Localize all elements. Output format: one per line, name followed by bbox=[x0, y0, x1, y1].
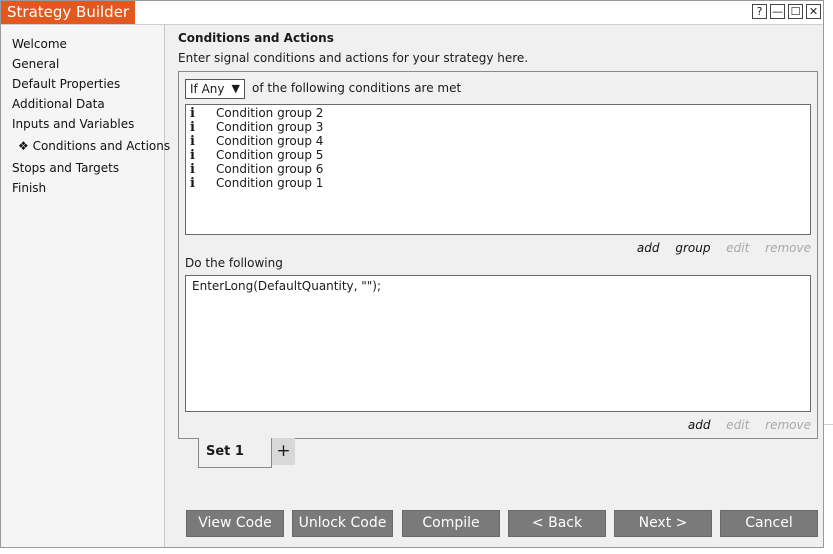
condition-label: Condition group 1 bbox=[216, 176, 324, 190]
view-code-button[interactable]: View Code bbox=[186, 510, 284, 537]
title-bar: Strategy Builder ? — ☐ ✕ bbox=[1, 1, 823, 25]
content-area: Conditions and Actions Enter signal cond… bbox=[166, 25, 823, 547]
list-item[interactable]: i Condition group 3 bbox=[190, 120, 324, 135]
action-actions: add edit remove bbox=[676, 418, 811, 432]
list-item[interactable]: i Condition group 5 bbox=[190, 148, 324, 163]
condition-actions: add group edit remove bbox=[625, 241, 811, 255]
list-item[interactable]: i Condition group 1 bbox=[190, 176, 324, 191]
nav-item-conditions-and-actions[interactable]: ❖ Conditions and Actions bbox=[18, 139, 170, 153]
nav-item-default-properties[interactable]: Default Properties bbox=[12, 77, 120, 91]
action-item[interactable]: EnterLong(DefaultQuantity, ""); bbox=[192, 279, 381, 293]
minimize-icon[interactable]: — bbox=[770, 4, 785, 19]
unlock-code-button[interactable]: Unlock Code bbox=[292, 510, 393, 537]
condition-label: Condition group 5 bbox=[216, 148, 324, 162]
info-icon: i bbox=[190, 162, 195, 177]
actions-label: Do the following bbox=[185, 256, 283, 270]
info-icon: i bbox=[190, 120, 195, 135]
next-button[interactable]: Next > bbox=[614, 510, 712, 537]
maximize-icon[interactable]: ☐ bbox=[788, 4, 803, 19]
wizard-nav: Welcome General Default Properties Addit… bbox=[1, 25, 170, 547]
list-item[interactable]: i Condition group 2 bbox=[190, 106, 324, 121]
page-title: Conditions and Actions bbox=[178, 31, 334, 45]
nav-item-welcome[interactable]: Welcome bbox=[12, 37, 67, 51]
tab-set-1[interactable]: Set 1 bbox=[198, 438, 272, 468]
nav-item-additional-data[interactable]: Additional Data bbox=[12, 97, 105, 111]
edit-action-link[interactable]: edit bbox=[726, 418, 749, 432]
page-subtitle: Enter signal conditions and actions for … bbox=[178, 51, 529, 65]
list-item[interactable]: i Condition group 4 bbox=[190, 134, 324, 149]
add-set-button[interactable]: + bbox=[272, 438, 295, 465]
chevron-down-icon: ▼ bbox=[231, 82, 240, 95]
condition-mode-label: of the following conditions are met bbox=[252, 81, 462, 95]
condition-mode-select[interactable]: If Any ▼ bbox=[185, 79, 245, 99]
condition-mode-value: If Any bbox=[190, 82, 225, 96]
add-condition-link[interactable]: add bbox=[637, 241, 660, 255]
edit-condition-link[interactable]: edit bbox=[726, 241, 749, 255]
add-action-link[interactable]: add bbox=[688, 418, 711, 432]
condition-list[interactable]: i Condition group 2 i Condition group 3 i C… bbox=[185, 104, 811, 235]
background-divider bbox=[824, 424, 833, 425]
back-button[interactable]: < Back bbox=[508, 510, 606, 537]
list-item[interactable]: i Condition group 6 bbox=[190, 162, 324, 177]
condition-label: Condition group 3 bbox=[216, 120, 324, 134]
set-panel: If Any ▼ of the following conditions are… bbox=[178, 71, 818, 439]
condition-label: Condition group 2 bbox=[216, 106, 324, 120]
nav-item-inputs-and-variables[interactable]: Inputs and Variables bbox=[12, 117, 134, 131]
nav-item-finish[interactable]: Finish bbox=[12, 181, 46, 195]
help-icon[interactable]: ? bbox=[752, 4, 767, 19]
window-controls: ? — ☐ ✕ bbox=[752, 4, 821, 19]
condition-label: Condition group 6 bbox=[216, 162, 324, 176]
info-icon: i bbox=[190, 106, 195, 121]
strategy-builder-window: Strategy Builder ? — ☐ ✕ Welcome General… bbox=[0, 0, 824, 548]
action-list[interactable]: EnterLong(DefaultQuantity, ""); bbox=[185, 275, 811, 412]
compile-button[interactable]: Compile bbox=[402, 510, 500, 537]
remove-condition-link[interactable]: remove bbox=[765, 241, 811, 255]
nav-item-general[interactable]: General bbox=[12, 57, 59, 71]
group-condition-link[interactable]: group bbox=[675, 241, 710, 255]
remove-action-link[interactable]: remove bbox=[765, 418, 811, 432]
info-icon: i bbox=[190, 148, 195, 163]
nav-item-stops-and-targets[interactable]: Stops and Targets bbox=[12, 161, 119, 175]
info-icon: i bbox=[190, 176, 195, 191]
condition-label: Condition group 4 bbox=[216, 134, 324, 148]
window-title: Strategy Builder bbox=[1, 1, 136, 24]
cancel-button[interactable]: Cancel bbox=[720, 510, 818, 537]
close-icon[interactable]: ✕ bbox=[806, 4, 821, 19]
info-icon: i bbox=[190, 134, 195, 149]
